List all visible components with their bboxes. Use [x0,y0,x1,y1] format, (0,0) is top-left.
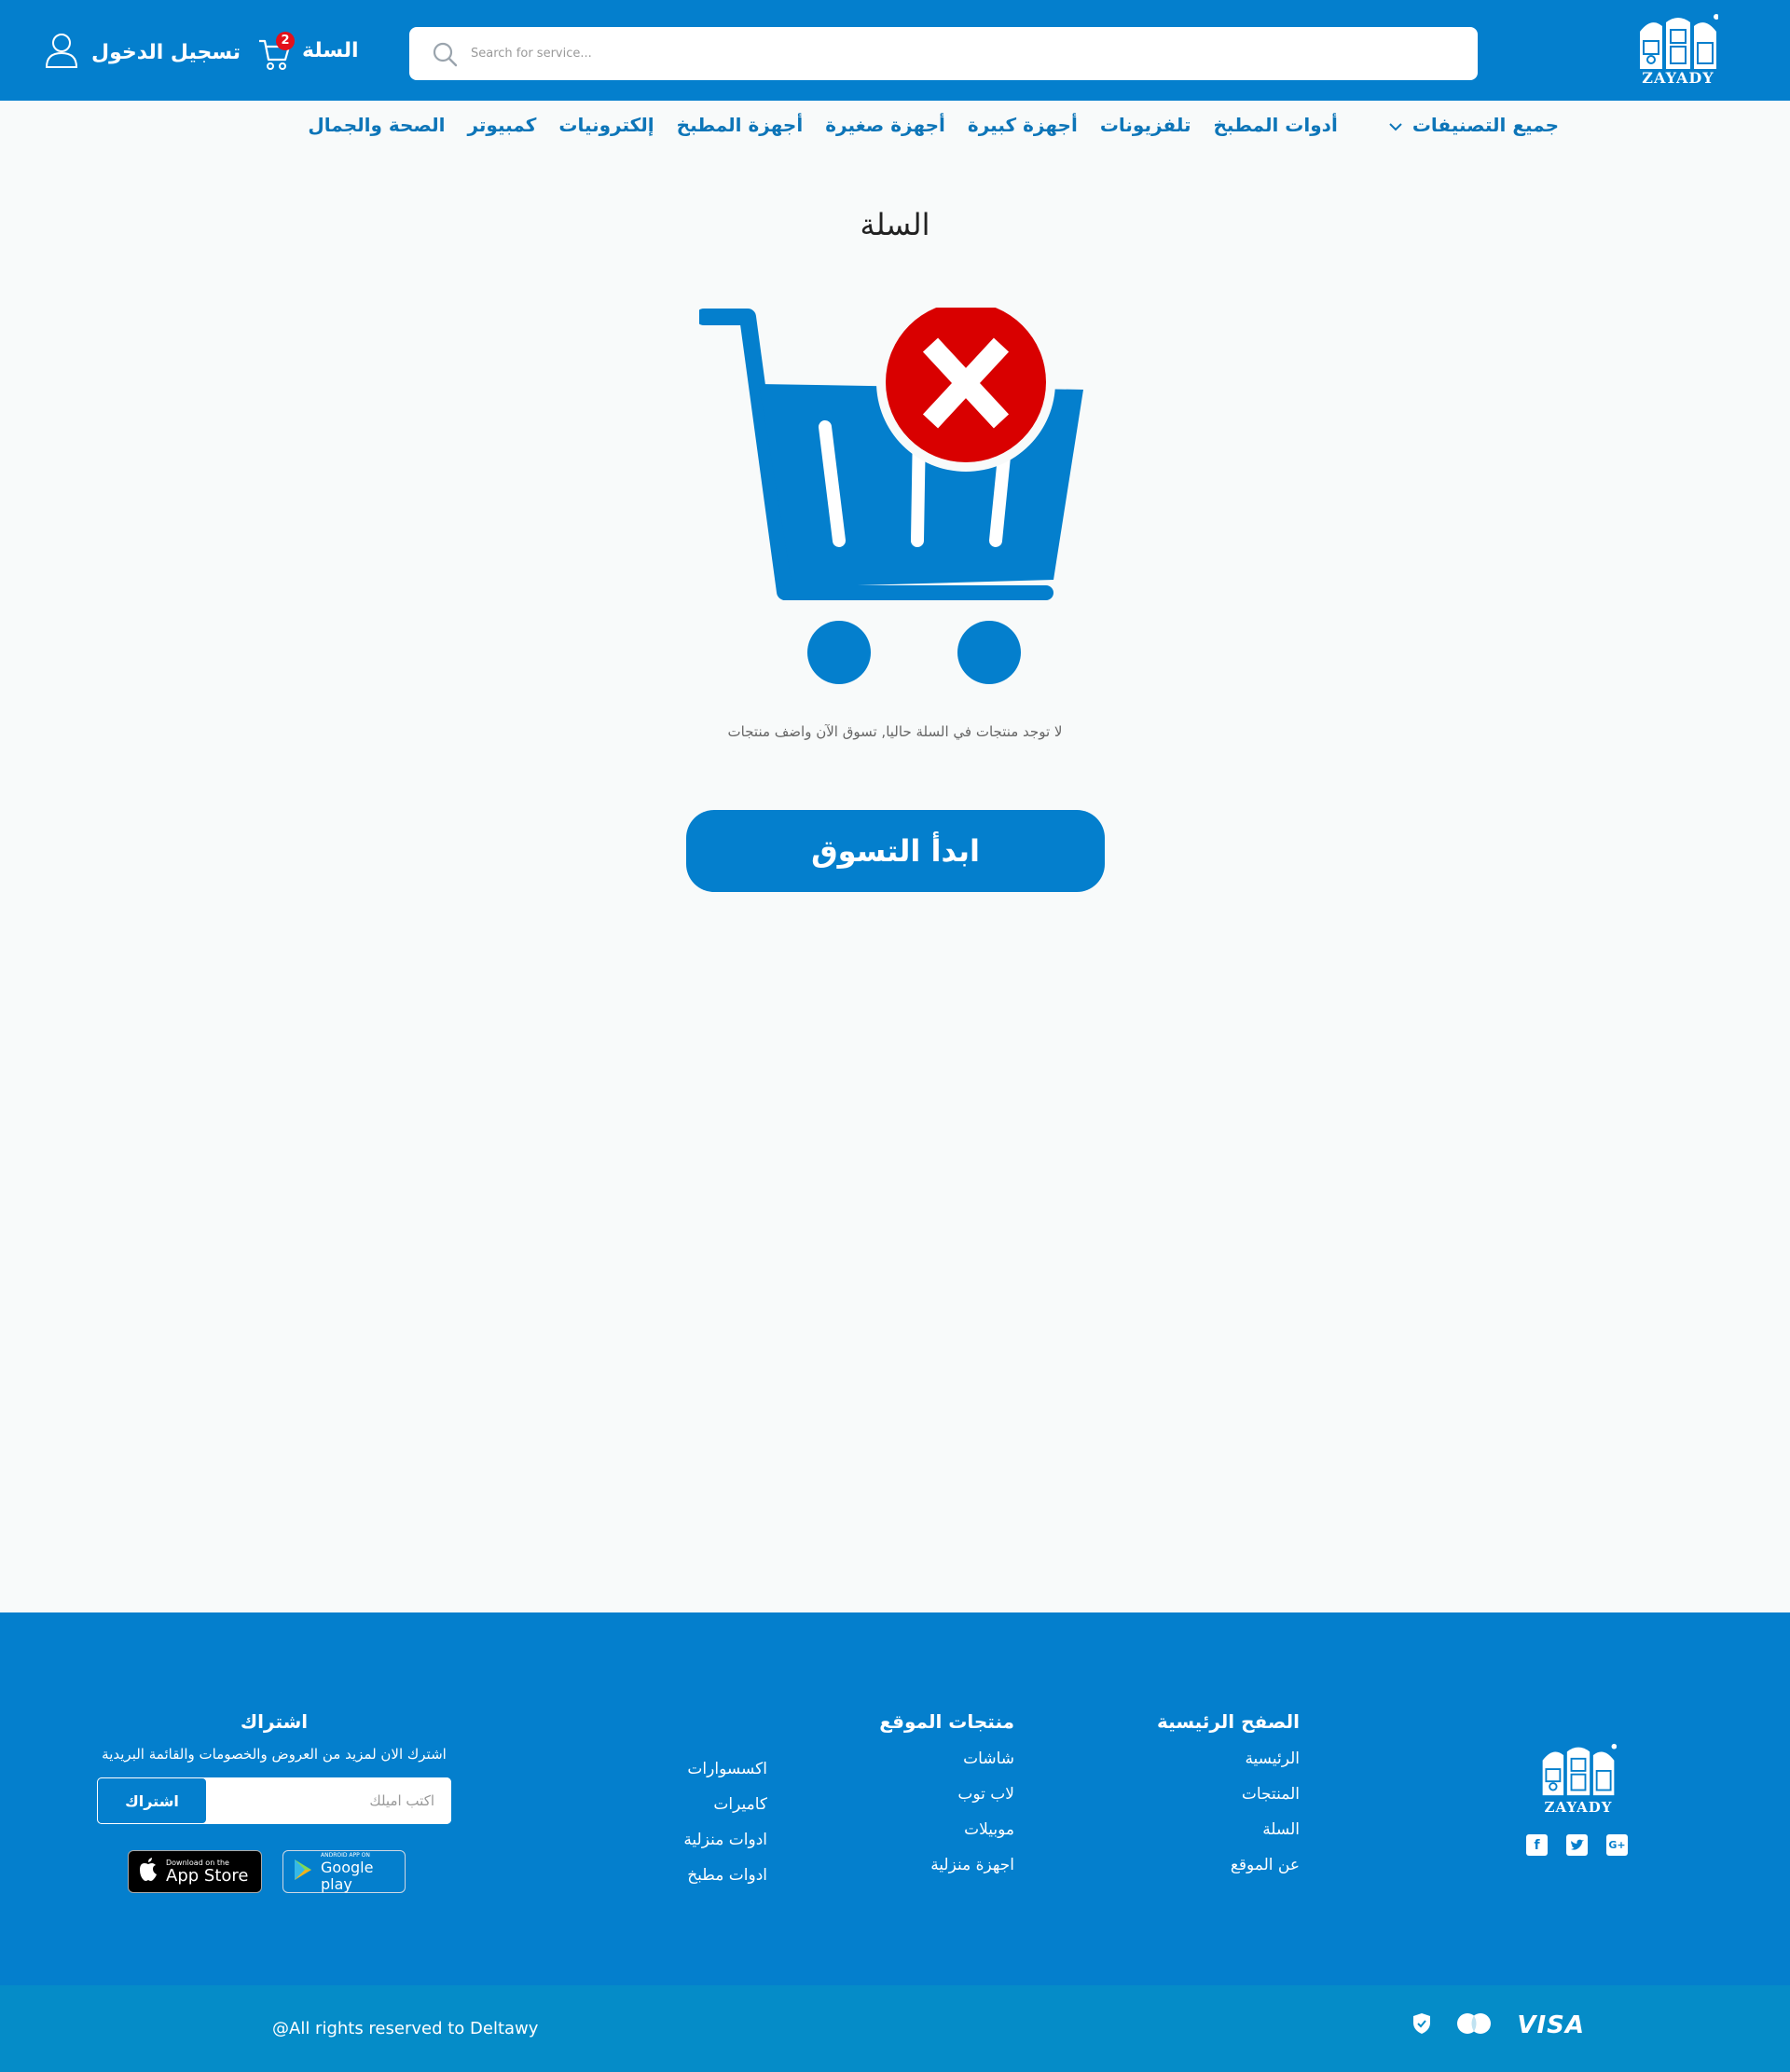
nav-item-electronics[interactable]: إلكترونيات [558,114,654,136]
footer-site-products: منتجات الموقع شاشات لاب توب موبيلات اجهز… [879,1710,1014,1874]
brand-logo[interactable]: ZAYADY [1632,13,1725,89]
nav-item-health-beauty[interactable]: الصحة والجمال [308,114,445,136]
category-nav: جميع التصنيفات أدوات المطبخ تلفزيونات أج… [0,101,1790,157]
footer-link-home-appliances[interactable]: اجهزة منزلية [879,1856,1014,1874]
all-categories-label: جميع التصنيفات [1411,114,1559,136]
footer: ZAYADY f G+ الصفح الرئيسية الرئيسية المن… [0,1612,1790,1985]
mastercard-icon [1455,2012,1493,2038]
subscribe-form: اشتراك [97,1777,451,1824]
nav-item-large-appliances[interactable]: أجهزة كبيرة [968,114,1078,136]
google-play-button[interactable]: ANDROID APP ON Google play [282,1850,406,1893]
nav-item-tvs[interactable]: تلفزيونات [1100,114,1191,136]
footer-link-about[interactable]: عن الموقع [1157,1856,1300,1874]
google-play-icon [293,1859,313,1885]
footer-link-accessories[interactable]: اكسسوارات [683,1760,767,1778]
nav-item-kitchen-tools[interactable]: أدوات المطبخ [1214,114,1338,136]
visa-icon: VISA [1517,2011,1585,2039]
empty-cart-illustration [695,293,1091,690]
app-store-big-text: App Store [166,1865,249,1886]
chevron-down-icon [1388,114,1403,136]
footer-link-cameras[interactable]: كاميرات [683,1795,767,1814]
google-plus-icon[interactable]: G+ [1606,1834,1628,1856]
footer-main-pages-title: الصفح الرئيسية [1157,1710,1300,1733]
footer-logo[interactable]: ZAYADY [1536,1743,1620,1816]
empty-cart-icon [695,293,1083,684]
google-play-big-text: Google play [321,1858,374,1893]
login-label: تسجيل الدخول [91,40,241,64]
subscribe-title: اشتراك [240,1710,309,1733]
footer-link-screens[interactable]: شاشات [879,1750,1014,1768]
app-store-button[interactable]: Download on the App Store [128,1850,262,1893]
search-icon[interactable] [432,41,458,67]
header: ZAYADY السلة 2 تسجيل الدخول [0,0,1790,101]
empty-cart-message: لا توجد منتجات في السلة حاليا, تسوق الآن… [727,723,1063,740]
subscribe-email-input[interactable] [207,1777,451,1824]
footer-bottom-bar: @All rights reserved to Deltawy VISA [0,1985,1790,2072]
all-categories-dropdown[interactable]: جميع التصنيفات [1388,114,1559,136]
login-link[interactable]: تسجيل الدخول [45,32,241,73]
logo-icon [1640,14,1718,69]
twitter-icon[interactable] [1566,1834,1588,1856]
cart-icon[interactable]: 2 [254,30,295,71]
footer-main-pages: الصفح الرئيسية الرئيسية المنتجات السلة ع… [1157,1710,1300,1874]
copyright-text: @All rights reserved to Deltawy [272,2019,539,2038]
start-shopping-button[interactable]: ابدأ التسوق [686,810,1105,892]
user-icon[interactable] [45,33,78,72]
facebook-icon[interactable]: f [1526,1834,1548,1856]
footer-logo-icon [1542,1743,1618,1796]
subscribe-section: اشتراك اشترك الان لمزيد من العروض والخصو… [97,1710,451,1824]
subscribe-text: اشترك الان لمزيد من العروض والخصومات وال… [102,1746,447,1763]
nav-item-small-appliances[interactable]: أجهزة صغيرة [825,114,945,136]
search-input[interactable] [471,47,1310,61]
footer-link-home[interactable]: الرئيسية [1157,1750,1300,1768]
footer-link-home-tools[interactable]: ادوات منزلية [683,1831,767,1849]
footer-site-products-title: منتجات الموقع [879,1710,1014,1733]
nav-item-computer[interactable]: كمبيوتر [467,114,536,136]
payment-methods: VISA [1412,2011,1585,2039]
social-links: f G+ [1526,1834,1628,1856]
security-shield-icon [1412,2012,1431,2038]
nav-item-kitchen-appliances[interactable]: أجهزة المطبخ [677,114,804,136]
footer-link-laptops[interactable]: لاب توب [879,1785,1014,1804]
subscribe-button[interactable]: اشتراك [97,1777,207,1824]
footer-link-cart[interactable]: السلة [1157,1820,1300,1839]
page-title: السلة [860,207,930,242]
cart-label: السلة [302,38,359,62]
apple-icon [138,1858,158,1886]
footer-link-products[interactable]: المنتجات [1157,1785,1300,1804]
footer-link-mobiles[interactable]: موبيلات [879,1820,1014,1839]
cart-count-badge: 2 [276,32,295,50]
footer-logo-text: ZAYADY [1544,1799,1613,1816]
cart-link[interactable]: السلة 2 [254,26,359,75]
logo-text: ZAYADY [1642,69,1714,87]
search-bar[interactable] [409,27,1478,80]
footer-site-products-more: اكسسوارات كاميرات ادوات منزلية ادوات مطب… [683,1760,767,1885]
footer-link-kitchen-tools[interactable]: ادوات مطبخ [683,1866,767,1885]
app-store-badges: Download on the App Store ANDROID APP ON… [128,1850,406,1893]
